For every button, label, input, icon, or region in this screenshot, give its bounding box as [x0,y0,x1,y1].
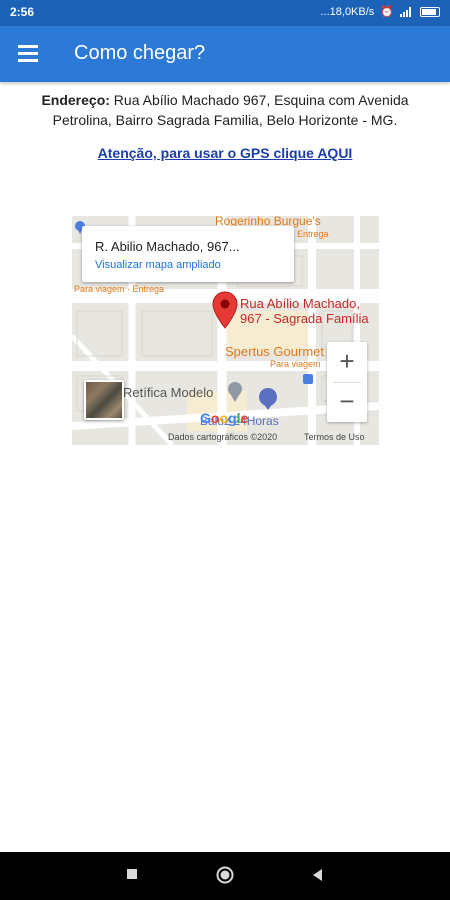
address-line-2: Petrolina, Bairro Sagrada Familia, Belo … [52,112,398,128]
status-icons: ...18,0KB/s ⏰ [320,5,440,18]
menu-icon[interactable] [18,44,40,64]
page-title: Como chegar? [74,42,206,64]
satellite-toggle[interactable] [84,380,124,420]
status-bar: 2:56 ...18,0KB/s ⏰ [0,0,450,26]
network-speed: ...18,0KB/s [320,5,375,18]
location-pin-icon[interactable] [212,291,238,329]
place-label-line-1: Rua Abílio Machado, [240,296,360,311]
signal-icon [400,6,414,17]
alarm-icon: ⏰ [380,6,394,18]
battery-icon [420,6,440,17]
address-line-1: Rua Abílio Machado 967, Esquina com Aven… [109,92,409,108]
gps-link[interactable]: Atenção, para usar o GPS clique AQUI [0,145,450,161]
app-bar: Como chegar? [0,26,450,82]
terms-link[interactable]: Termos de Uso [304,432,365,442]
home-icon[interactable] [216,866,234,884]
map-info-title: R. Abilio Machado, 967... [95,239,240,254]
map-label-viagem: Para viagem · Entrega [74,284,165,294]
map-label-spertus: Spertus Gourmet [225,344,324,359]
map-info-card: R. Abilio Machado, 967... Visualizar map… [82,226,294,282]
map-label-rogerinho-sub: Entrega [297,229,329,239]
address-label: Endereço: [41,92,110,108]
view-larger-map-link[interactable]: Visualizar mapa ampliado [95,259,221,271]
zoom-in-button[interactable]: + [327,342,367,382]
back-icon[interactable] [311,868,323,882]
map-copyright: Dados cartográficos ©2020 [168,432,278,442]
address-text: Endereço: Rua Abílio Machado 967, Esquin… [0,90,450,130]
map-label-retifica: Retífica Modelo [123,385,214,400]
recents-icon[interactable] [126,868,138,880]
map-embed[interactable]: Rua Abílio Machado, 967 - Sagrada Famíli… [72,216,379,445]
zoom-control: + − [327,342,367,422]
place-label-line-2: 967 - Sagrada Família [240,311,369,326]
map-label-spertus-sub: Para viagem [270,359,321,369]
zoom-out-button[interactable]: − [327,382,367,422]
status-time: 2:56 [10,5,35,19]
google-logo: Google [200,410,249,426]
system-nav-bar [0,852,450,900]
